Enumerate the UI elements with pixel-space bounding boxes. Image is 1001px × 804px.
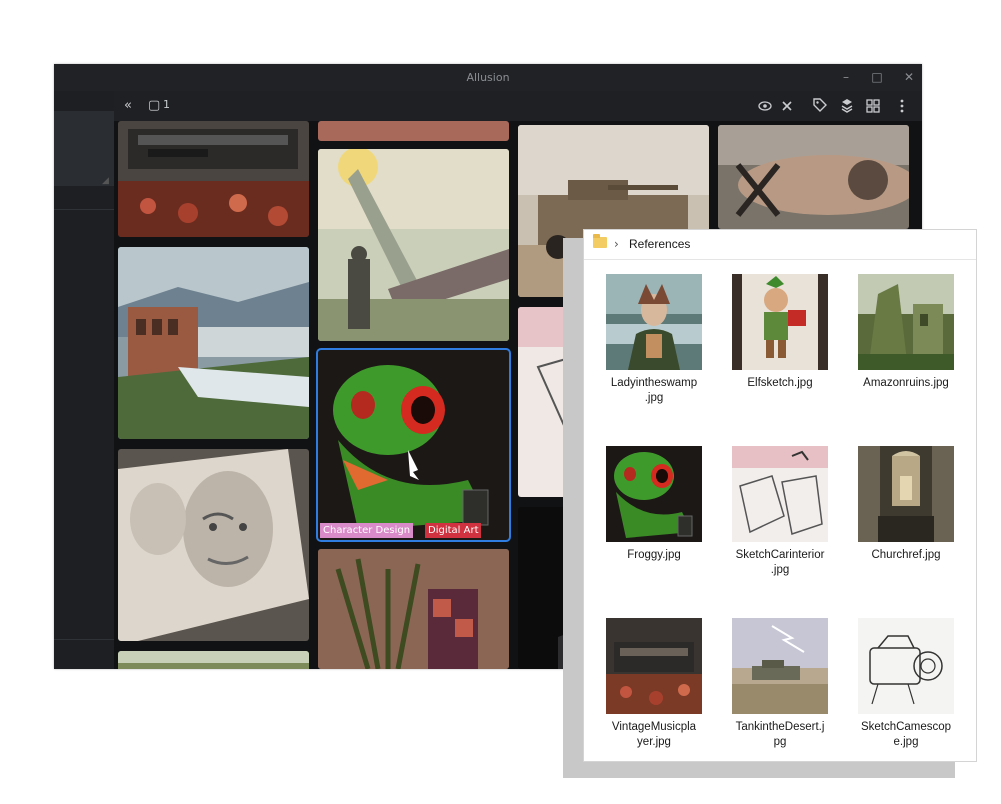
address-path: References (629, 237, 691, 251)
minimize-button[interactable]: – (836, 68, 856, 86)
sidebar: ◢ (54, 91, 114, 669)
file-thumbnail (606, 446, 702, 542)
gallery-image-soldier[interactable] (318, 149, 509, 341)
file-item[interactable]: SketchCamescop e.jpg (851, 618, 961, 750)
more-icon[interactable] (899, 99, 905, 113)
gallery-image-airship[interactable] (718, 125, 909, 229)
file-name: SketchCamescop e.jpg (860, 721, 952, 748)
file-name: Elfsketch.jpg (747, 377, 813, 389)
gallery-image-forest[interactable] (118, 651, 309, 669)
eye-icon[interactable] (758, 100, 774, 112)
airship-thumbnail (718, 125, 909, 229)
chevron-right-icon[interactable]: › (614, 237, 619, 251)
gallery-image-dam[interactable] (118, 247, 309, 439)
tag-digital-art[interactable]: Digital Art (425, 523, 482, 538)
file-thumbnail (606, 274, 702, 370)
music-player-file-thumbnail (606, 618, 702, 714)
church-thumbnail (858, 446, 954, 542)
toolbar: « ▢ 1 (114, 91, 922, 121)
gallery-image-sketch-portrait[interactable] (118, 449, 309, 641)
file-name: Ladyintheswamp .jpg (610, 377, 698, 404)
forest-thumbnail (118, 651, 309, 669)
elf-thumbnail (732, 274, 828, 370)
gallery-image-top[interactable] (318, 121, 509, 141)
tag-icon[interactable] (812, 97, 828, 113)
close-button[interactable]: ✕ (899, 68, 919, 86)
sketch-portrait-thumbnail (118, 449, 309, 641)
interior-thumbnail (318, 549, 509, 669)
selection-icon[interactable]: ▢ (148, 97, 160, 115)
file-item[interactable]: SketchCarinterior .jpg (725, 446, 835, 578)
dam-thumbnail (118, 247, 309, 439)
layers-icon[interactable] (841, 98, 853, 114)
file-item[interactable]: Froggy.jpg (599, 446, 709, 563)
file-name: Froggy.jpg (627, 549, 681, 561)
maximize-button[interactable]: □ (867, 68, 887, 86)
collapse-sidebar-icon[interactable]: « (124, 97, 132, 115)
file-explorer-window: › References Ladyintheswamp .jpg Elfsket… (583, 229, 977, 762)
tank-desert-thumbnail (732, 618, 828, 714)
grid-icon[interactable] (866, 99, 880, 113)
selection-count: 1 (163, 98, 170, 111)
file-item[interactable]: Ladyintheswamp .jpg (599, 274, 709, 406)
froggy-file-thumbnail (606, 446, 702, 542)
folder-icon (593, 234, 607, 248)
file-thumbnail (858, 274, 954, 370)
resize-grip-icon[interactable]: ◢ (102, 175, 109, 186)
file-name: SketchCarinterior .jpg (735, 549, 825, 576)
gallery-image-froggy-selected[interactable]: Character Design Digital Art (316, 348, 511, 542)
car-interior-thumbnail (732, 446, 828, 542)
ruins-thumbnail (858, 274, 954, 370)
camera-sketch-thumbnail (858, 618, 954, 714)
froggy-thumbnail (318, 350, 509, 540)
file-name: VintageMusicpla yer.jpg (611, 721, 697, 748)
file-name: TankintheDesert.j pg (735, 721, 825, 748)
file-item[interactable]: Amazonruins.jpg (851, 274, 961, 391)
gallery-image-interior[interactable] (318, 549, 509, 669)
sidebar-divider (54, 639, 114, 640)
file-name: Churchref.jpg (871, 549, 941, 561)
close-icon[interactable] (782, 101, 792, 111)
gallery-image-music-player[interactable] (118, 121, 309, 237)
file-item[interactable]: Churchref.jpg (851, 446, 961, 563)
top-thumbnail (318, 121, 509, 141)
file-thumbnail (606, 618, 702, 714)
file-thumbnail (858, 618, 954, 714)
lady-thumbnail (606, 274, 702, 370)
tag-character-design[interactable]: Character Design (320, 523, 414, 538)
file-item[interactable]: TankintheDesert.j pg (725, 618, 835, 750)
file-thumbnail (732, 446, 828, 542)
window-title: Allusion (466, 71, 510, 84)
title-bar: Allusion – □ ✕ (54, 64, 922, 91)
file-thumbnail (858, 446, 954, 542)
file-thumbnail (732, 618, 828, 714)
soldier-thumbnail (318, 149, 509, 341)
file-name: Amazonruins.jpg (863, 377, 949, 389)
file-item[interactable]: Elfsketch.jpg (725, 274, 835, 391)
sidebar-divider (54, 209, 114, 210)
file-item[interactable]: VintageMusicpla yer.jpg (599, 618, 709, 750)
address-bar[interactable]: › References (584, 230, 976, 260)
music-player-thumbnail (118, 121, 309, 237)
file-thumbnail (732, 274, 828, 370)
